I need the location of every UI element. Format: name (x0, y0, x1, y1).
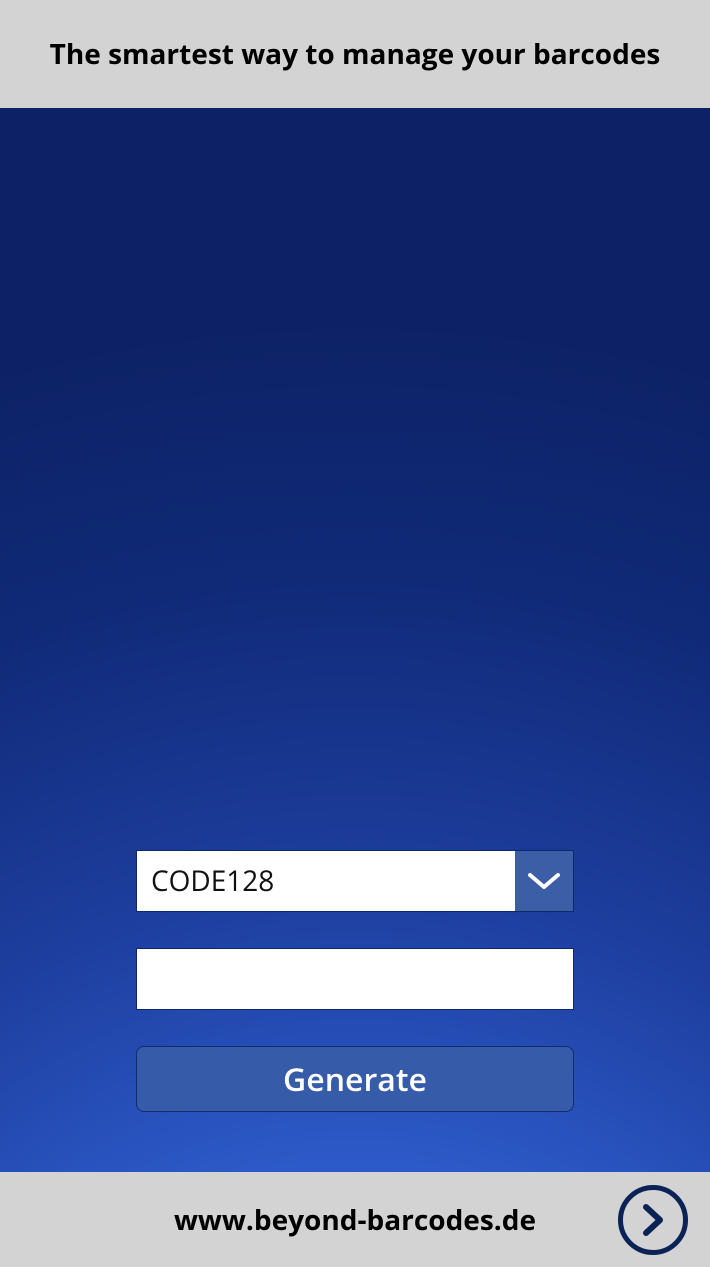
barcode-form: CODE128 Generate (136, 850, 574, 1112)
chevron-down-icon (515, 851, 573, 911)
header-title: The smartest way to manage your barcodes (50, 35, 661, 73)
next-button[interactable] (618, 1185, 688, 1255)
footer-link[interactable]: www.beyond-barcodes.de (174, 1201, 536, 1239)
chevron-right-icon (638, 1203, 668, 1237)
main-area: CODE128 Generate (0, 108, 710, 1172)
barcode-type-selected: CODE128 (137, 851, 515, 911)
header-bar: The smartest way to manage your barcodes (0, 0, 710, 108)
footer-bar: www.beyond-barcodes.de (0, 1172, 710, 1267)
generate-button[interactable]: Generate (136, 1046, 574, 1112)
barcode-type-select[interactable]: CODE128 (136, 850, 574, 912)
barcode-value-input[interactable] (136, 948, 574, 1010)
generate-button-label: Generate (283, 1058, 427, 1101)
